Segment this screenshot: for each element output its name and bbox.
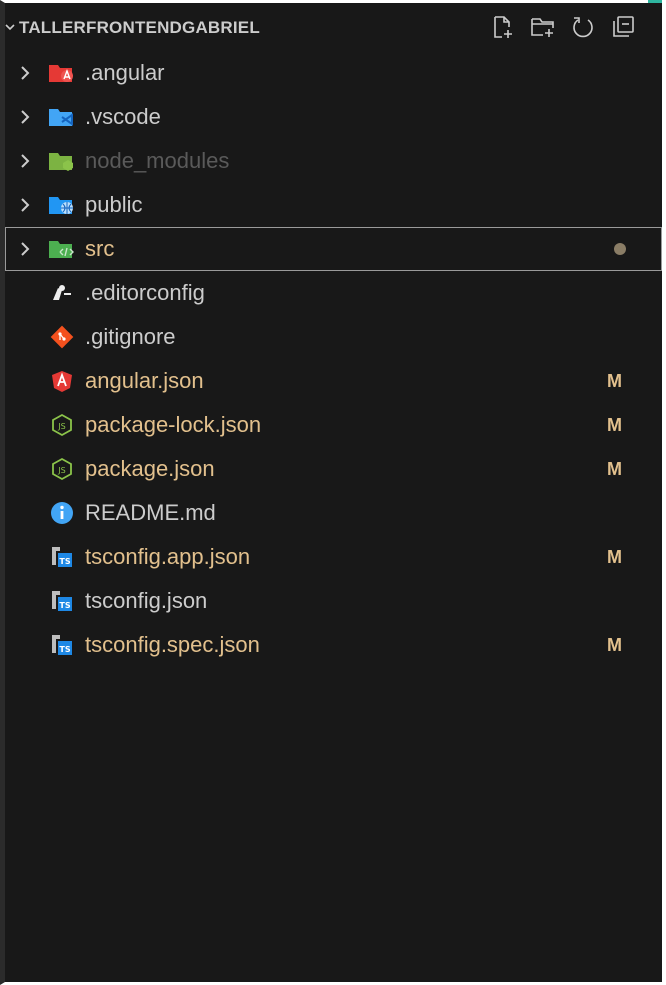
tree-folder-item[interactable]: .angular [5,51,662,95]
editorconfig-icon [47,281,77,305]
git-status-badge: M [607,546,622,567]
tree-file-item[interactable]: TS tsconfig.json [5,579,662,623]
public-folder-icon [47,193,77,217]
workspace-title[interactable]: TALLERFRONTENDGABRIEL [19,18,260,38]
svg-text:JS: JS [57,466,65,475]
tree-item-label: tsconfig.json [85,588,208,613]
chevron-down-icon[interactable] [5,21,19,36]
tree-file-item[interactable]: .gitignore [5,315,662,359]
nodejs-icon: JS [47,413,77,437]
git-icon [47,325,77,349]
git-status-badge: M [607,634,622,655]
new-folder-icon[interactable] [530,14,556,40]
tree-item-label: angular.json [85,368,204,393]
git-status-badge: M [607,370,622,391]
tree-file-item[interactable]: TS tsconfig.app.json M [5,535,662,579]
svg-text:TS: TS [59,645,70,654]
node-folder-icon [47,149,77,173]
tree-folder-item[interactable]: .vscode [5,95,662,139]
tree-folder-item[interactable]: src [5,227,662,271]
explorer-header[interactable]: TALLERFRONTENDGABRIEL [5,8,662,48]
tree-item-label: package.json [85,456,215,481]
tsconfig-icon: TS [47,633,77,657]
tsconfig-icon: TS [47,545,77,569]
src-folder-icon [47,237,77,261]
tree-file-item[interactable]: angular.json M [5,359,662,403]
tree-item-label: .gitignore [85,324,176,349]
git-status-badge: M [607,458,622,479]
tree-file-item[interactable]: JS package-lock.json M [5,403,662,447]
tree-item-label: node_modules [85,148,230,173]
svg-text:JS: JS [57,422,65,431]
chevron-right-icon[interactable] [17,240,33,258]
info-icon [47,501,77,525]
nodejs-icon: JS [47,457,77,481]
tree-item-label: package-lock.json [85,412,262,437]
tree-item-label: tsconfig.spec.json [85,632,260,657]
chevron-right-icon[interactable] [17,196,33,214]
tree-item-label: tsconfig.app.json [85,544,251,569]
tree-folder-item[interactable]: node_modules [5,139,662,183]
refresh-icon[interactable] [570,14,596,40]
angular-icon [47,369,77,393]
tree-file-item[interactable]: TS tsconfig.spec.json M [5,623,662,667]
modified-dot-icon [614,243,626,255]
file-tree: .angular .vscode node_modulespublic src .edi… [5,51,662,667]
tree-file-item[interactable]: JS package.json M [5,447,662,491]
tree-item-label: README.md [85,500,216,525]
chevron-right-icon[interactable] [17,108,33,126]
tree-item-label: .editorconfig [85,280,205,305]
chevron-right-icon[interactable] [17,64,33,82]
angular-folder-icon [47,61,77,85]
chevron-right-icon[interactable] [17,152,33,170]
tree-item-label: .vscode [85,104,161,129]
tree-file-item[interactable]: .editorconfig [5,271,662,315]
tree-item-label: public [85,192,143,217]
tree-item-label: src [85,236,115,261]
tree-folder-item[interactable]: public [5,183,662,227]
tree-item-label: .angular [85,60,165,85]
tree-file-item[interactable]: README.md [5,491,662,535]
activity-accent [648,0,662,3]
collapse-all-icon[interactable] [610,14,636,40]
new-file-icon[interactable] [490,14,516,40]
tsconfig-icon: TS [47,589,77,613]
git-status-badge: M [607,414,622,435]
vscode-folder-icon [47,105,77,129]
svg-text:TS: TS [59,601,70,610]
svg-text:TS: TS [59,557,70,566]
explorer-actions [490,14,636,40]
